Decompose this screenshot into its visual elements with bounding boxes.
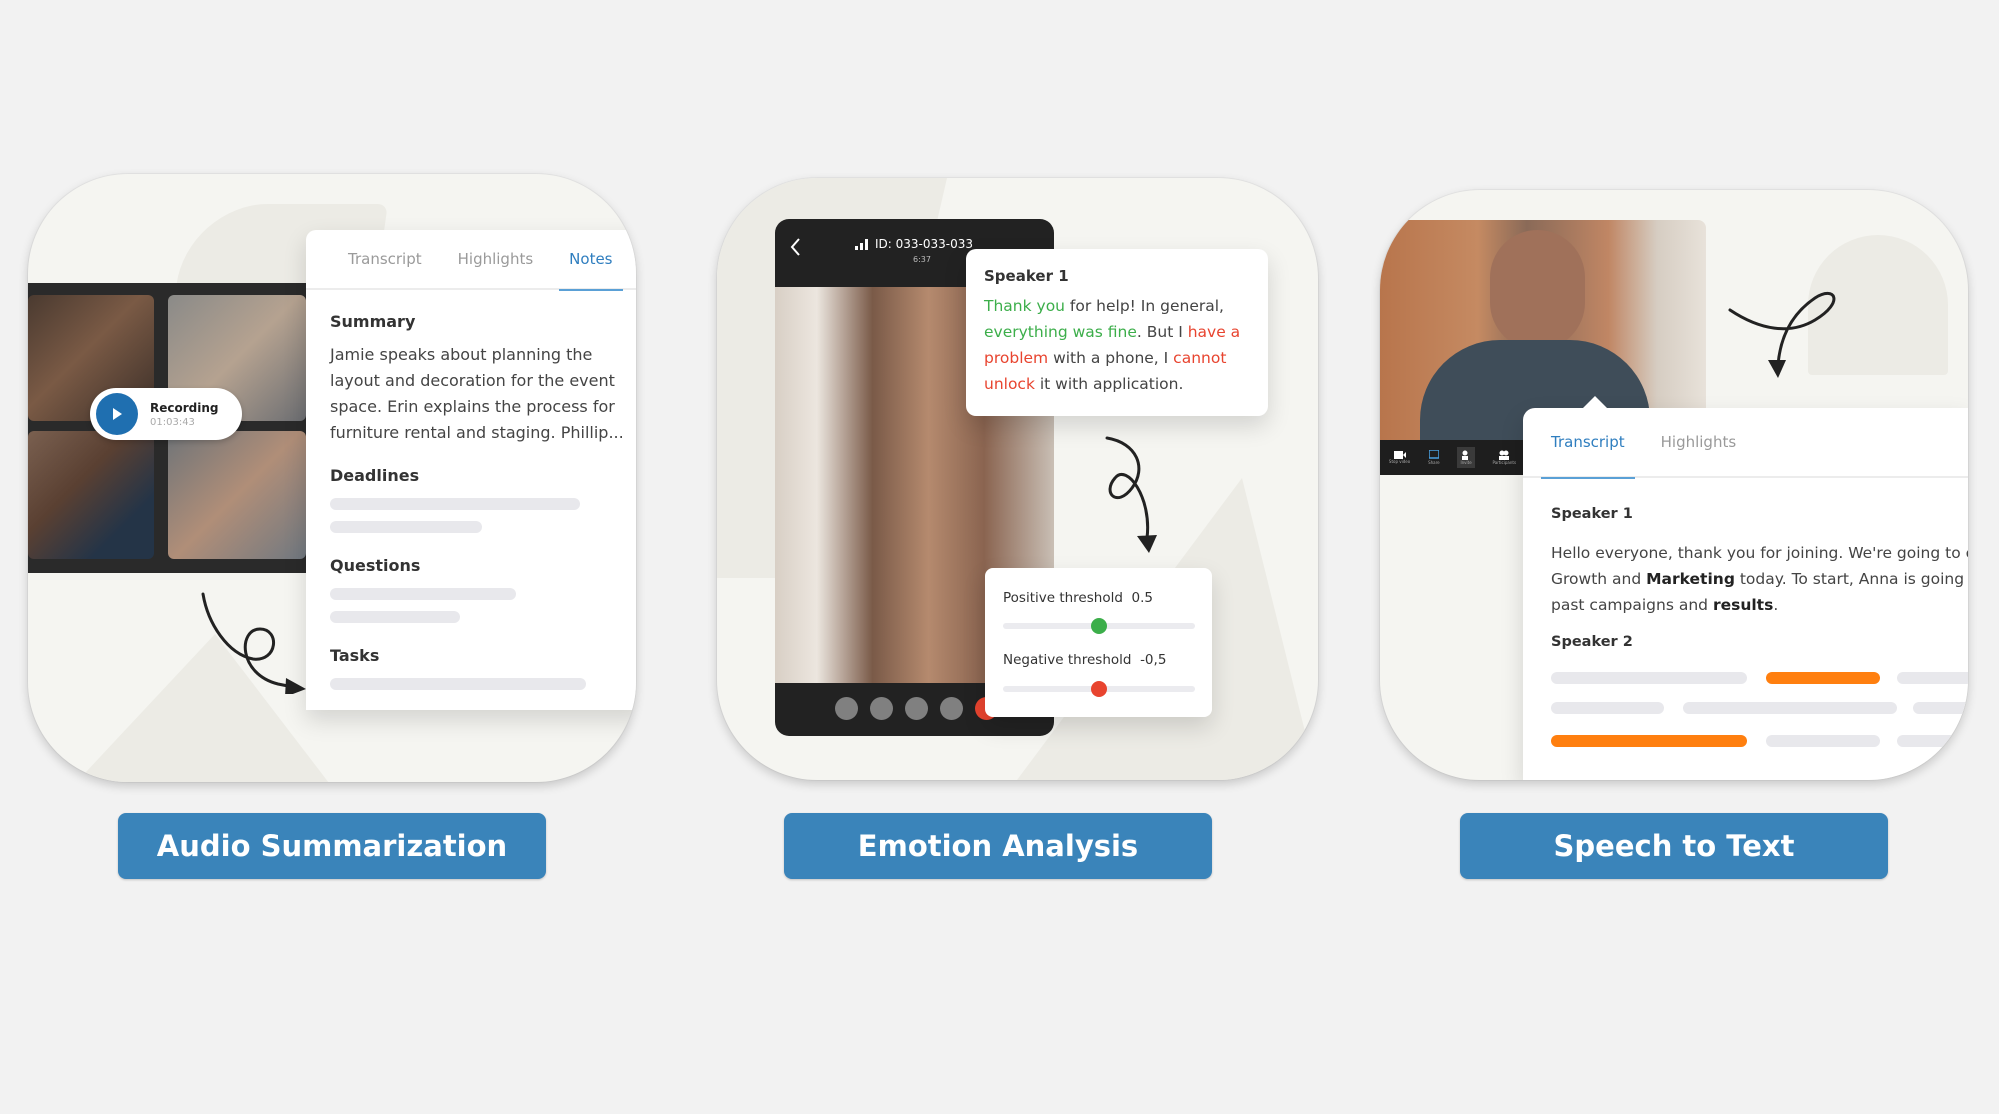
keyword: results (1712, 596, 1774, 614)
audio-summarization-card: Recording 01:03:43 Transcript Highlights… (28, 174, 636, 782)
transcript-segment: today. To start, Anna is going to (1734, 570, 1968, 588)
participant-tile (28, 431, 154, 559)
control-button[interactable] (835, 697, 858, 720)
transcript-tabs: Transcript Highlights (1523, 407, 1968, 479)
curly-arrow-icon (1728, 291, 1836, 378)
positive-threshold-slider[interactable] (1003, 618, 1195, 634)
placeholder-line (1551, 672, 1747, 684)
speaker-label: Speaker 1 (984, 267, 1069, 285)
recording-time: 01:03:43 (150, 416, 195, 428)
negative-threshold-slider[interactable] (1003, 681, 1195, 697)
speaker1-label: Speaker 1 (1551, 506, 1633, 522)
stop-video-button[interactable]: Stop video (1389, 451, 1410, 464)
thresholds-popup: Positive threshold 0.5 Negative threshol… (985, 568, 1212, 717)
positive-slider-knob[interactable] (1091, 618, 1107, 634)
participants-button[interactable]: Participants (1493, 450, 1516, 465)
utterance-segment-neutral: for help! In general, (1065, 297, 1224, 315)
share-screen-icon (1428, 450, 1439, 459)
deadlines-heading: Deadlines (330, 466, 420, 485)
tasks-heading: Tasks (330, 646, 380, 665)
questions-heading: Questions (330, 556, 421, 575)
transcript-segment: Hello everyone, thank you for joining. W… (1551, 544, 1968, 562)
transcript-segment: past campaigns and (1551, 596, 1713, 614)
call-controls (835, 697, 998, 720)
play-button[interactable] (96, 393, 138, 435)
placeholder-line (1551, 702, 1664, 714)
utterance-text: Thank you for help! In general, everythi… (984, 293, 1250, 397)
notes-tabs: Transcript Highlights Notes (306, 229, 636, 291)
speech-to-text-card: Stop video Share Invite Participants Tra… (1380, 190, 1968, 780)
keyword: Marketing (1646, 570, 1735, 588)
placeholder-line (330, 678, 586, 690)
transcript-text: Hello everyone, thank you for joining. W… (1551, 540, 1968, 618)
recording-label: Recording (150, 400, 219, 415)
utterance-segment-neutral: . But I (1136, 323, 1188, 341)
placeholder-line (1913, 702, 1968, 714)
signal-icon (855, 239, 868, 250)
speaker-utterance-popup: Speaker 1 Thank you for help! In general… (966, 249, 1268, 416)
recording-pill[interactable]: Recording 01:03:43 (90, 388, 242, 440)
participant-tile (168, 431, 306, 559)
utterance-segment-positive: Thank you (984, 297, 1065, 315)
negative-threshold-label: Negative threshold -0,5 (1003, 652, 1167, 668)
utterance-segment-neutral: with a phone, I (1048, 349, 1174, 367)
speaker2-label: Speaker 2 (1551, 634, 1633, 650)
placeholder-line (1683, 702, 1897, 714)
tab-highlights[interactable]: Highlights (440, 229, 552, 289)
add-user-icon (1462, 450, 1469, 460)
transcript-panel: Transcript Highlights Speaker 1 Hello ev… (1523, 396, 1968, 780)
call-id: ID: 033-033-033 (875, 237, 974, 251)
share-button[interactable]: Share (1428, 450, 1440, 465)
curly-arrow-icon (1105, 436, 1157, 553)
video-camera-icon (1393, 451, 1406, 459)
tab-transcript[interactable]: Transcript (330, 229, 440, 289)
curly-arrow-icon (201, 592, 306, 694)
tab-notes[interactable]: Notes (551, 229, 630, 291)
placeholder-line (330, 588, 516, 600)
play-icon (113, 408, 122, 420)
placeholder-line (1897, 735, 1968, 747)
placeholder-line (1766, 735, 1880, 747)
control-button[interactable] (905, 697, 928, 720)
control-button[interactable] (870, 697, 893, 720)
chevron-left-icon (790, 238, 800, 256)
highlighted-segment[interactable] (1551, 735, 1747, 747)
back-button[interactable] (789, 237, 801, 263)
call-header: ID: 033-033-033 (855, 237, 973, 251)
emotion-analysis-button[interactable]: Emotion Analysis (784, 813, 1212, 879)
call-duration: 6:37 (913, 255, 931, 264)
placeholder-line (330, 498, 580, 510)
tab-transcript[interactable]: Transcript (1533, 407, 1643, 479)
transcript-segment: . (1773, 596, 1779, 614)
placeholder-line (330, 521, 482, 533)
participants-icon (1499, 450, 1510, 460)
placeholder-line (1897, 672, 1968, 684)
utterance-segment-positive: everything was fine (984, 323, 1137, 341)
positive-threshold-label: Positive threshold 0.5 (1003, 590, 1153, 606)
speech-to-text-button[interactable]: Speech to Text (1460, 813, 1888, 879)
transcript-segment: Growth and (1551, 570, 1647, 588)
summary-text: Jamie speaks about planning the layout a… (330, 345, 624, 442)
emotion-analysis-card: ID: 033-033-033 6:37 Speaker 1 Thank you… (717, 178, 1318, 780)
audio-summarization-button[interactable]: Audio Summarization (118, 813, 546, 879)
positive-threshold-value: 0.5 (1131, 590, 1153, 606)
placeholder-line (330, 611, 460, 623)
utterance-segment-neutral: it with application. (1034, 375, 1184, 393)
control-button[interactable] (940, 697, 963, 720)
invite-button[interactable]: Invite (1457, 447, 1475, 468)
notes-panel: Transcript Highlights Notes Summary Jami… (306, 230, 636, 710)
summary-heading: Summary (330, 312, 416, 331)
negative-slider-knob[interactable] (1091, 681, 1107, 697)
negative-threshold-value: -0,5 (1140, 652, 1167, 668)
highlighted-segment[interactable] (1766, 672, 1880, 684)
meeting-toolbar: Stop video Share Invite Participants (1380, 440, 1525, 475)
tab-highlights[interactable]: Highlights (1643, 407, 1755, 477)
